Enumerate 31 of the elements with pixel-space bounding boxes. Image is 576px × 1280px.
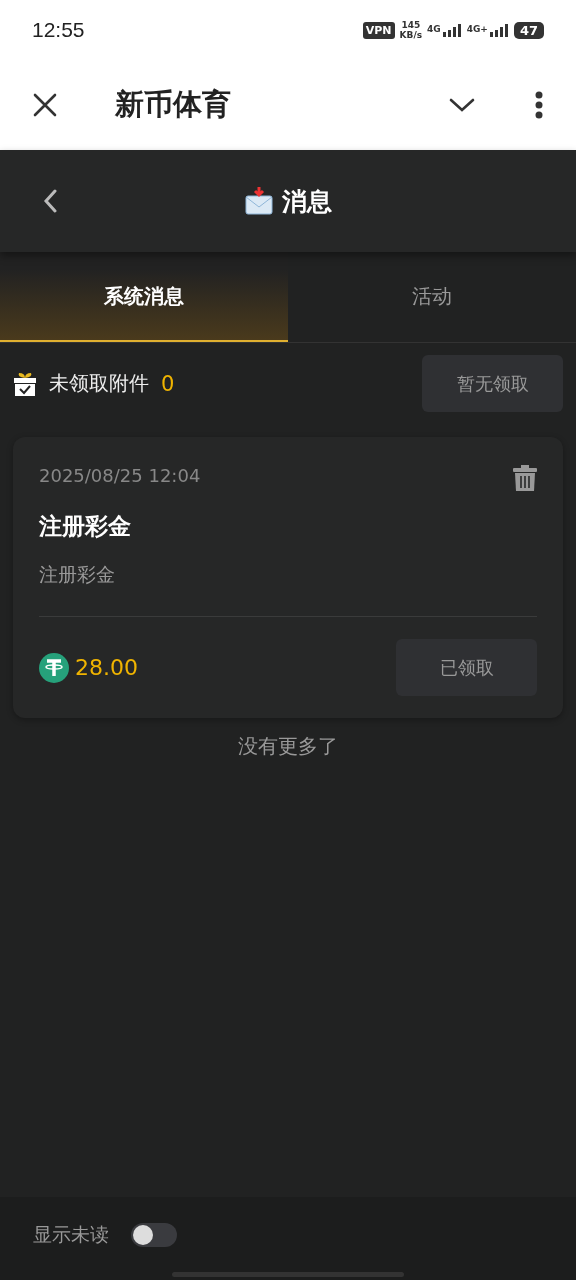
network-speed: 145 <box>401 20 421 30</box>
battery-indicator: 47 <box>513 21 544 39</box>
page-title: 消息 <box>282 185 332 218</box>
speed-unit: KB/s <box>399 30 423 40</box>
claim-button[interactable]: 已领取 <box>396 639 537 696</box>
unclaimed-label: 未领取附件 <box>49 370 149 397</box>
tether-coin-icon <box>39 652 69 683</box>
message-time: 2025/08/25 12:04 <box>39 465 201 486</box>
signal-icon <box>488 23 509 37</box>
message-body: 注册彩金 <box>39 562 537 617</box>
tab[interactable]: 活动 <box>288 252 576 342</box>
back-icon[interactable] <box>43 189 57 213</box>
show-unread-label: 显示未读 <box>33 1221 109 1247</box>
status-time: 12:55 <box>32 18 85 42</box>
trash-icon[interactable] <box>513 465 537 491</box>
app-title: 新币体育 <box>115 86 232 123</box>
end-of-list-note: 没有更多了 <box>238 733 338 760</box>
unclaimed-count: 0 <box>161 371 176 396</box>
vpn-badge: VPN <box>362 21 395 39</box>
message-title: 注册彩金 <box>39 512 132 541</box>
more-icon[interactable] <box>535 91 543 119</box>
network-type: 4G <box>427 24 441 34</box>
envelope-icon <box>244 186 274 216</box>
gift-icon <box>13 370 37 397</box>
reward-amount: 28.00 <box>75 655 139 680</box>
network-type: 4G+ <box>466 24 488 34</box>
chevron-down-icon[interactable] <box>449 97 475 113</box>
signal-icon <box>441 23 462 37</box>
show-unread-toggle[interactable] <box>131 1222 177 1247</box>
claim-all-button[interactable]: 暂无领取 <box>422 355 563 412</box>
close-icon[interactable] <box>33 93 57 117</box>
